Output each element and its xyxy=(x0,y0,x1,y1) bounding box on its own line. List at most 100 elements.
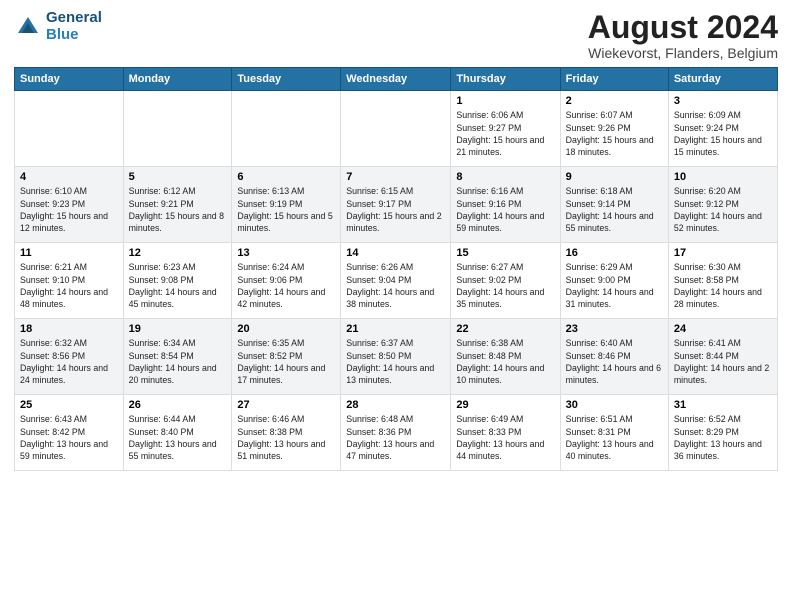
day-info: Sunrise: 6:18 AM Sunset: 9:14 PM Dayligh… xyxy=(566,185,663,234)
header: General Blue August 2024 Wiekevorst, Fla… xyxy=(14,10,778,61)
day-number: 15 xyxy=(456,247,554,259)
weekday-header-saturday: Saturday xyxy=(668,68,777,91)
day-number: 29 xyxy=(456,399,554,411)
calendar-cell: 15 Sunrise: 6:27 AM Sunset: 9:02 PM Dayli… xyxy=(451,243,560,319)
calendar-cell: 22 Sunrise: 6:38 AM Sunset: 8:48 PM Dayli… xyxy=(451,319,560,395)
calendar-cell: 17 Sunrise: 6:30 AM Sunset: 8:58 PM Dayli… xyxy=(668,243,777,319)
day-info: Sunrise: 6:26 AM Sunset: 9:04 PM Dayligh… xyxy=(346,261,445,310)
calendar-cell: 6Sunrise: 6:13 AM Sunset: 9:19 PM Daylig… xyxy=(232,167,341,243)
day-number: 10 xyxy=(674,171,772,183)
logo-text: General Blue xyxy=(46,10,102,43)
day-info: Sunrise: 6:16 AM Sunset: 9:16 PM Dayligh… xyxy=(456,185,554,234)
day-info: Sunrise: 6:34 AM Sunset: 8:54 PM Dayligh… xyxy=(129,337,227,386)
calendar-cell: 28 Sunrise: 6:48 AM Sunset: 8:36 PM Dayli… xyxy=(341,395,451,471)
day-number: 17 xyxy=(674,247,772,259)
day-number: 30 xyxy=(566,399,663,411)
main-title: August 2024 xyxy=(588,10,778,45)
week-row-5: 25 Sunrise: 6:43 AM Sunset: 8:42 PM Dayli… xyxy=(15,395,778,471)
day-number: 2 xyxy=(566,95,663,107)
calendar-cell: 27Sunrise: 6:46 AM Sunset: 8:38 PM Dayli… xyxy=(232,395,341,471)
day-number: 22 xyxy=(456,323,554,335)
week-row-1: 1Sunrise: 6:06 AM Sunset: 9:27 PM Daylig… xyxy=(15,91,778,167)
day-info: Sunrise: 6:30 AM Sunset: 8:58 PM Dayligh… xyxy=(674,261,772,310)
day-info: Sunrise: 6:44 AM Sunset: 8:40 PM Dayligh… xyxy=(129,413,227,462)
weekday-header-sunday: Sunday xyxy=(15,68,124,91)
calendar-cell: 23 Sunrise: 6:40 AM Sunset: 8:46 PM Dayli… xyxy=(560,319,668,395)
day-number: 13 xyxy=(237,247,335,259)
logo: General Blue xyxy=(14,10,102,43)
calendar-cell: 2 Sunrise: 6:07 AM Sunset: 9:26 PM Daylig… xyxy=(560,91,668,167)
calendar-cell: 5Sunrise: 6:12 AM Sunset: 9:21 PM Daylig… xyxy=(123,167,232,243)
day-info: Sunrise: 6:43 AM Sunset: 8:42 PM Dayligh… xyxy=(20,413,118,462)
day-info: Sunrise: 6:49 AM Sunset: 8:33 PM Dayligh… xyxy=(456,413,554,462)
day-number: 8 xyxy=(456,171,554,183)
day-info: Sunrise: 6:40 AM Sunset: 8:46 PM Dayligh… xyxy=(566,337,663,386)
calendar-cell: 16 Sunrise: 6:29 AM Sunset: 9:00 PM Dayli… xyxy=(560,243,668,319)
logo-line2: Blue xyxy=(46,27,102,44)
day-info: Sunrise: 6:09 AM Sunset: 9:24 PM Dayligh… xyxy=(674,109,772,158)
day-info: Sunrise: 6:20 AM Sunset: 9:12 PM Dayligh… xyxy=(674,185,772,234)
day-info: Sunrise: 6:52 AM Sunset: 8:29 PM Dayligh… xyxy=(674,413,772,462)
day-info: Sunrise: 6:23 AM Sunset: 9:08 PM Dayligh… xyxy=(129,261,227,310)
calendar-table: SundayMondayTuesdayWednesdayThursdayFrid… xyxy=(14,67,778,471)
day-info: Sunrise: 6:37 AM Sunset: 8:50 PM Dayligh… xyxy=(346,337,445,386)
day-number: 21 xyxy=(346,323,445,335)
calendar-cell: 29 Sunrise: 6:49 AM Sunset: 8:33 PM Dayli… xyxy=(451,395,560,471)
calendar-cell: 14Sunrise: 6:26 AM Sunset: 9:04 PM Dayli… xyxy=(341,243,451,319)
week-row-4: 18 Sunrise: 6:32 AM Sunset: 8:56 PM Dayli… xyxy=(15,319,778,395)
logo-line1: General xyxy=(46,10,102,27)
day-number: 3 xyxy=(674,95,772,107)
calendar-cell xyxy=(123,91,232,167)
day-info: Sunrise: 6:15 AM Sunset: 9:17 PM Dayligh… xyxy=(346,185,445,234)
title-block: August 2024 Wiekevorst, Flanders, Belgiu… xyxy=(588,10,778,61)
weekday-header-friday: Friday xyxy=(560,68,668,91)
day-number: 24 xyxy=(674,323,772,335)
day-info: Sunrise: 6:38 AM Sunset: 8:48 PM Dayligh… xyxy=(456,337,554,386)
calendar-cell: 26 Sunrise: 6:44 AM Sunset: 8:40 PM Dayli… xyxy=(123,395,232,471)
weekday-header-row: SundayMondayTuesdayWednesdayThursdayFrid… xyxy=(15,68,778,91)
calendar-cell: 12Sunrise: 6:23 AM Sunset: 9:08 PM Dayli… xyxy=(123,243,232,319)
day-info: Sunrise: 6:46 AM Sunset: 8:38 PM Dayligh… xyxy=(237,413,335,462)
calendar-cell: 7Sunrise: 6:15 AM Sunset: 9:17 PM Daylig… xyxy=(341,167,451,243)
calendar-cell: 20Sunrise: 6:35 AM Sunset: 8:52 PM Dayli… xyxy=(232,319,341,395)
calendar-cell: 24 Sunrise: 6:41 AM Sunset: 8:44 PM Dayli… xyxy=(668,319,777,395)
weekday-header-wednesday: Wednesday xyxy=(341,68,451,91)
day-info: Sunrise: 6:13 AM Sunset: 9:19 PM Dayligh… xyxy=(237,185,335,234)
day-number: 9 xyxy=(566,171,663,183)
calendar-cell: 19 Sunrise: 6:34 AM Sunset: 8:54 PM Dayli… xyxy=(123,319,232,395)
day-number: 18 xyxy=(20,323,118,335)
week-row-2: 4Sunrise: 6:10 AM Sunset: 9:23 PM Daylig… xyxy=(15,167,778,243)
weekday-header-tuesday: Tuesday xyxy=(232,68,341,91)
calendar-cell: 9 Sunrise: 6:18 AM Sunset: 9:14 PM Daylig… xyxy=(560,167,668,243)
day-number: 16 xyxy=(566,247,663,259)
day-number: 26 xyxy=(129,399,227,411)
calendar-cell: 4Sunrise: 6:10 AM Sunset: 9:23 PM Daylig… xyxy=(15,167,124,243)
day-info: Sunrise: 6:51 AM Sunset: 8:31 PM Dayligh… xyxy=(566,413,663,462)
calendar-cell: 30 Sunrise: 6:51 AM Sunset: 8:31 PM Dayli… xyxy=(560,395,668,471)
day-info: Sunrise: 6:21 AM Sunset: 9:10 PM Dayligh… xyxy=(20,261,118,310)
day-number: 23 xyxy=(566,323,663,335)
calendar-cell: 1Sunrise: 6:06 AM Sunset: 9:27 PM Daylig… xyxy=(451,91,560,167)
day-number: 19 xyxy=(129,323,227,335)
logo-icon xyxy=(14,13,42,41)
day-number: 25 xyxy=(20,399,118,411)
day-info: Sunrise: 6:41 AM Sunset: 8:44 PM Dayligh… xyxy=(674,337,772,386)
calendar-cell: 18 Sunrise: 6:32 AM Sunset: 8:56 PM Dayli… xyxy=(15,319,124,395)
calendar-cell xyxy=(232,91,341,167)
day-info: Sunrise: 6:48 AM Sunset: 8:36 PM Dayligh… xyxy=(346,413,445,462)
calendar-cell: 13 Sunrise: 6:24 AM Sunset: 9:06 PM Dayli… xyxy=(232,243,341,319)
day-info: Sunrise: 6:29 AM Sunset: 9:00 PM Dayligh… xyxy=(566,261,663,310)
day-number: 1 xyxy=(456,95,554,107)
day-info: Sunrise: 6:32 AM Sunset: 8:56 PM Dayligh… xyxy=(20,337,118,386)
day-number: 4 xyxy=(20,171,118,183)
day-number: 28 xyxy=(346,399,445,411)
day-info: Sunrise: 6:24 AM Sunset: 9:06 PM Dayligh… xyxy=(237,261,335,310)
calendar-cell: 31Sunrise: 6:52 AM Sunset: 8:29 PM Dayli… xyxy=(668,395,777,471)
day-info: Sunrise: 6:27 AM Sunset: 9:02 PM Dayligh… xyxy=(456,261,554,310)
calendar-cell: 3 Sunrise: 6:09 AM Sunset: 9:24 PM Daylig… xyxy=(668,91,777,167)
day-info: Sunrise: 6:35 AM Sunset: 8:52 PM Dayligh… xyxy=(237,337,335,386)
page-container: General Blue August 2024 Wiekevorst, Fla… xyxy=(0,0,792,479)
day-info: Sunrise: 6:07 AM Sunset: 9:26 PM Dayligh… xyxy=(566,109,663,158)
weekday-header-monday: Monday xyxy=(123,68,232,91)
calendar-cell: 10 Sunrise: 6:20 AM Sunset: 9:12 PM Dayli… xyxy=(668,167,777,243)
